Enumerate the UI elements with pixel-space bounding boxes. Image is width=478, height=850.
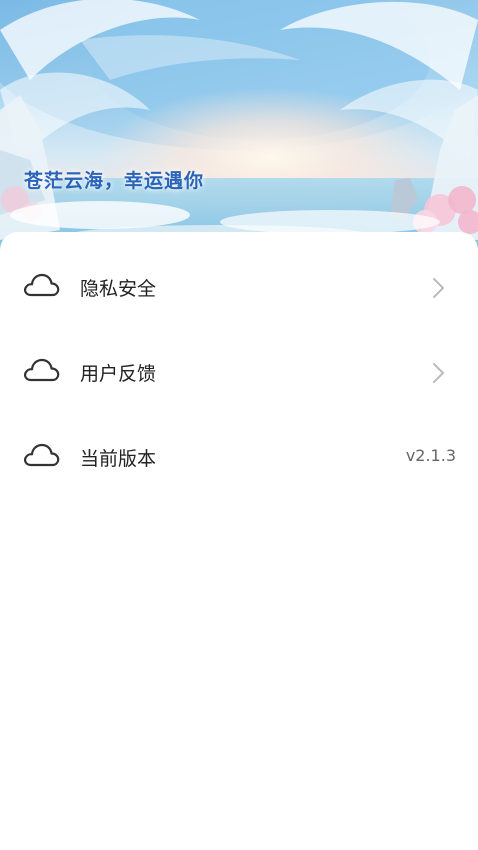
- version-value: v2.1.3: [405, 446, 456, 465]
- hero-illustration: [0, 0, 478, 260]
- hero-banner: 苍茫云海，幸运遇你: [0, 0, 478, 260]
- hero-title: 苍茫云海，幸运遇你: [24, 170, 205, 192]
- settings-item-privacy[interactable]: 隐私安全: [0, 256, 478, 316]
- settings-item-label: 用户反馈: [80, 363, 157, 385]
- settings-card: 隐私安全 用户反馈 当前版本 v2.1.3: [0, 232, 478, 850]
- settings-item-version: 当前版本 v2.1.3: [0, 426, 478, 486]
- cloud-icon: [22, 356, 60, 384]
- cloud-icon: [22, 441, 60, 469]
- settings-item-label: 当前版本: [80, 448, 157, 470]
- settings-page: 苍茫云海，幸运遇你 隐私安全 用户反馈 当前版本 v2.1.3: [0, 0, 478, 850]
- settings-item-label: 隐私安全: [80, 278, 157, 300]
- settings-item-feedback[interactable]: 用户反馈: [0, 341, 478, 401]
- cloud-icon: [22, 271, 60, 299]
- chevron-right-icon: [430, 276, 446, 300]
- chevron-right-icon: [430, 361, 446, 385]
